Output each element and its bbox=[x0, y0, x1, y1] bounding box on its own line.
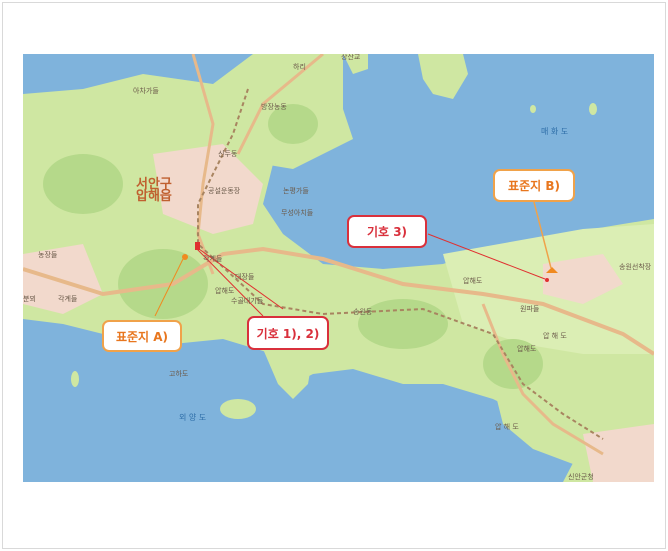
place-label: 하리 bbox=[293, 63, 306, 71]
district-label-line2: 압해읍 bbox=[136, 189, 172, 204]
island-small-3 bbox=[530, 105, 536, 113]
place-label: 공설운동장 bbox=[208, 187, 241, 195]
island-oeyang bbox=[220, 399, 256, 419]
place-label: 대장들 bbox=[235, 273, 255, 281]
district-label: 서안구 압해읍 bbox=[136, 178, 172, 204]
place-label: 압해도 bbox=[215, 287, 235, 295]
forest-1 bbox=[43, 154, 123, 214]
callout-symbol-3-label: 기호 3) bbox=[366, 225, 408, 239]
place-label: 방장농동 bbox=[261, 103, 287, 111]
island-small-2 bbox=[589, 103, 597, 115]
parcel-marker-3 bbox=[545, 278, 549, 282]
place-label: 압해도 bbox=[517, 345, 537, 353]
island-small-1 bbox=[71, 371, 79, 387]
place-label: 신두동 bbox=[218, 150, 238, 158]
place-label: 아차가들 bbox=[133, 87, 159, 95]
place-label: 원파들 bbox=[520, 305, 540, 313]
place-label: 송원선착장 bbox=[619, 263, 652, 271]
place-label: 송원동 bbox=[353, 308, 373, 316]
place-label: 외 양 도 bbox=[179, 413, 207, 422]
map-canvas bbox=[23, 54, 654, 482]
callout-symbol-1-2: 기호 1), 2) bbox=[247, 316, 329, 350]
place-label: 각계들 bbox=[203, 255, 223, 263]
place-label: 압해도 bbox=[463, 277, 483, 285]
place-label: 고하도 bbox=[169, 370, 189, 378]
place-label: 무성아치들 bbox=[281, 209, 314, 217]
place-label: 농장들 bbox=[38, 251, 58, 259]
place-label: 압 해 도 bbox=[543, 332, 567, 340]
map-view[interactable]: 서안구 압해읍 장산교 하리 아차가들 방장농동 신두동 공설운동장 논평가들 무… bbox=[23, 54, 654, 482]
place-label: 분뫼 bbox=[23, 295, 36, 303]
callout-standard-a-label: 표준지 A) bbox=[115, 329, 169, 344]
place-label: 압 해 도 bbox=[495, 423, 519, 431]
place-label: 신안군청 bbox=[568, 473, 594, 481]
place-label: 매 화 도 bbox=[541, 127, 569, 136]
place-label: 각계들 bbox=[58, 295, 78, 303]
place-label: 논평가들 bbox=[283, 187, 309, 195]
callout-standard-a: 표준지 A) bbox=[102, 320, 182, 352]
place-label: 장산교 bbox=[341, 54, 361, 61]
callout-standard-b: 표준지 B) bbox=[493, 169, 575, 202]
place-label: 수골대기들 bbox=[231, 297, 264, 305]
callout-symbol-1-2-label: 기호 1), 2) bbox=[256, 326, 320, 341]
callout-standard-b-label: 표준지 B) bbox=[508, 179, 560, 193]
callout-symbol-3: 기호 3) bbox=[347, 215, 427, 248]
